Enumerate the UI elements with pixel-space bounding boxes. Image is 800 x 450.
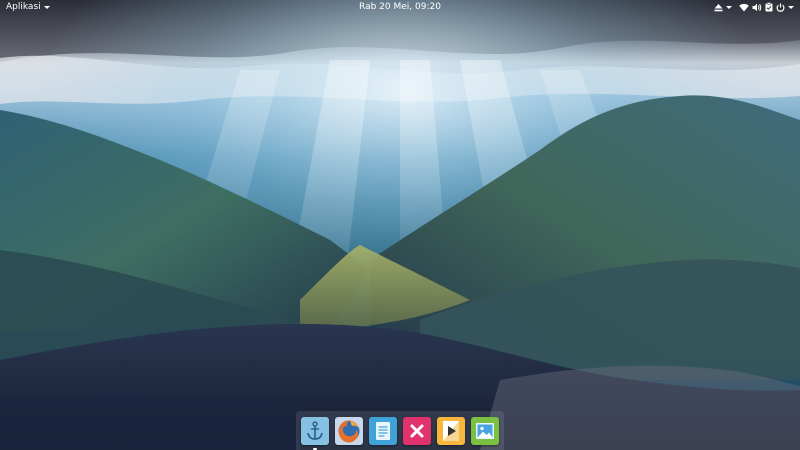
running-indicator [313, 447, 317, 450]
power-icon [776, 3, 785, 12]
close-x-icon [410, 424, 424, 437]
eject-icon [714, 3, 723, 11]
dock-item-documents[interactable] [369, 416, 397, 445]
dock-item-close-app[interactable] [403, 416, 431, 445]
clock-label[interactable]: Rab 20 Mei, 09:20 [359, 2, 441, 12]
dock [296, 411, 504, 450]
wallpaper [0, 0, 800, 450]
applications-menu-label: Aplikasi [6, 2, 41, 12]
chevron-down-icon [788, 5, 794, 9]
desktop[interactable]: Aplikasi Rab 20 Mei, 09:20 [0, 0, 800, 450]
document-icon [376, 421, 390, 440]
clock: Rab 20 Mei, 09:20 [0, 0, 800, 14]
eject-menu-button[interactable] [714, 0, 732, 14]
firefox-icon [338, 419, 360, 442]
dock-item-firefox[interactable] [335, 416, 363, 445]
media-player-icon [443, 420, 459, 441]
wifi-icon [739, 3, 749, 11]
system-status-menu-button[interactable] [739, 0, 794, 14]
dock-item-image-viewer[interactable] [471, 416, 499, 445]
dock-item-anchor[interactable] [301, 416, 329, 450]
dock-item-media-player[interactable] [437, 416, 465, 445]
volume-icon [752, 3, 762, 11]
anchor-icon [307, 420, 323, 440]
chevron-down-icon [43, 6, 50, 9]
image-viewer-icon [476, 422, 494, 439]
applications-menu-button[interactable]: Aplikasi [6, 0, 50, 14]
system-indicators [714, 0, 794, 14]
clipboard-icon [765, 2, 773, 12]
top-panel: Aplikasi Rab 20 Mei, 09:20 [0, 0, 800, 14]
chevron-down-icon [726, 5, 732, 9]
